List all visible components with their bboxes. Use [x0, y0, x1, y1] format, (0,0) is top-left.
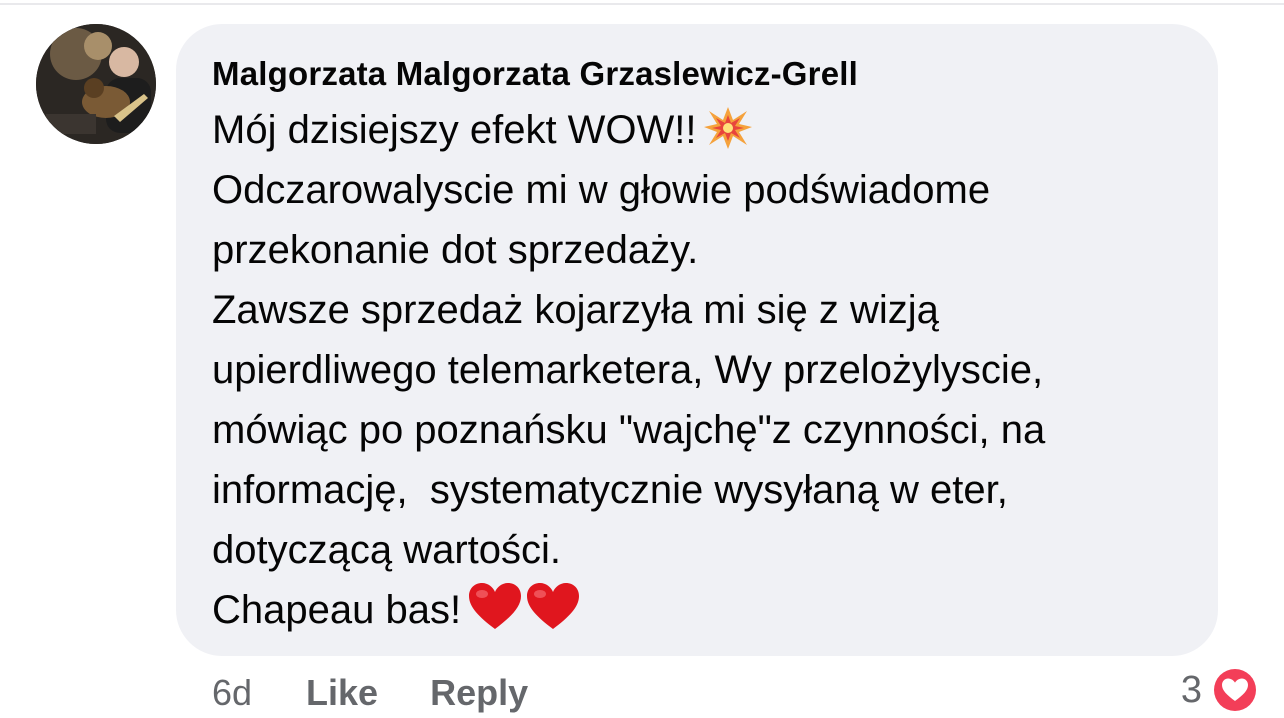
comment: Malgorzata Malgorzata Grzaslewicz-Grell … [0, 0, 1284, 717]
comment-actions: 6d Like Reply [212, 668, 580, 718]
comment-line: upierdliwego telemarketera, Wy przelożyl… [212, 348, 1044, 392]
comment-line: mówiąc po poznańsku "wajchę"z czynności,… [212, 408, 1046, 452]
comment-line: Zawsze sprzedaż kojarzyła mi się z wizją [212, 288, 939, 332]
red-heart-icon [525, 581, 581, 648]
like-button[interactable]: Like [306, 672, 378, 714]
reply-button[interactable]: Reply [430, 672, 528, 714]
comment-line-text: Mój dzisiejszy efekt WOW!! [212, 108, 697, 152]
comment-line: przekonanie dot sprzedaży. [212, 228, 699, 272]
comment-body: Mój dzisiejszy efekt WOW!! Odczarowalysc… [212, 100, 1198, 640]
comment-line: Chapeau bas! [212, 580, 1198, 640]
collision-emoji-icon [703, 105, 753, 168]
comment-line: informację, systematycznie wysyłaną w et… [212, 468, 1008, 512]
comment-line: Odczarowalyscie mi w głowie podświadome [212, 168, 991, 212]
reaction-summary[interactable]: 3 [1181, 665, 1260, 715]
comment-timestamp[interactable]: 6d [212, 672, 252, 714]
reaction-count: 3 [1180, 668, 1202, 711]
red-heart-icon [467, 581, 523, 648]
comment-bubble: Malgorzata Malgorzata Grzaslewicz-Grell … [176, 24, 1218, 656]
comment-line-text: Chapeau bas! [212, 588, 462, 632]
comment-line: Mój dzisiejszy efekt WOW!! [212, 100, 1198, 160]
comment-author[interactable]: Malgorzata Malgorzata Grzaslewicz-Grell [212, 54, 1198, 94]
avatar[interactable] [36, 24, 156, 144]
love-reaction-icon [1212, 667, 1258, 713]
avatar-photo [36, 24, 156, 144]
comment-line: dotyczącą wartości. [212, 528, 562, 572]
